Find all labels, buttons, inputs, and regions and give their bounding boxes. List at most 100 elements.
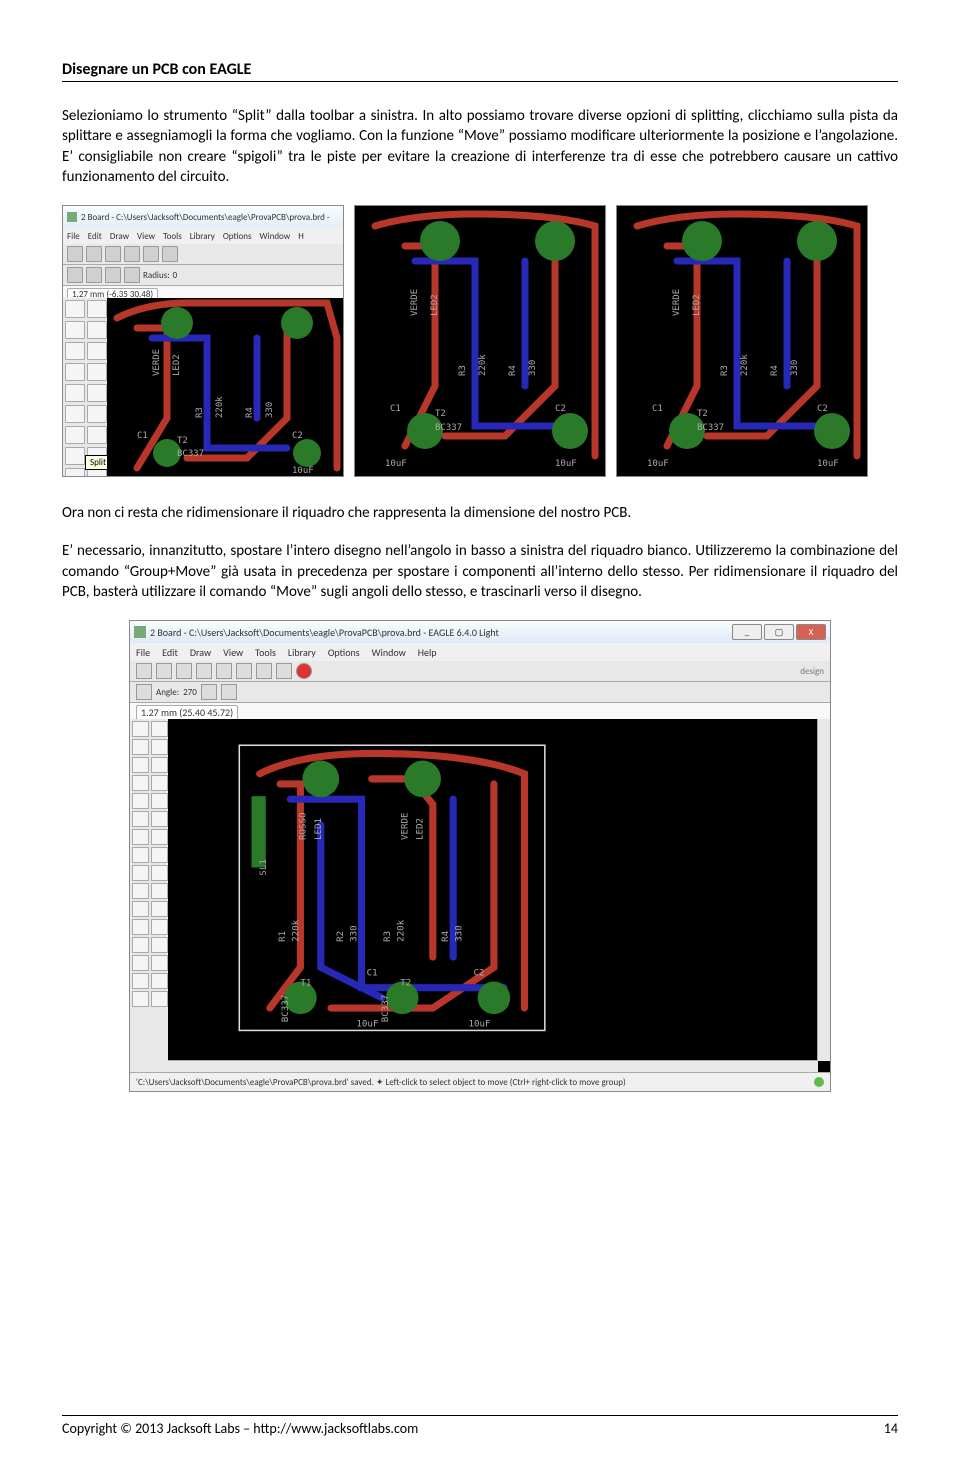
tool[interactable] bbox=[151, 739, 168, 755]
menu-file[interactable]: File bbox=[67, 231, 80, 242]
tool[interactable] bbox=[65, 300, 85, 318]
tool-icon[interactable] bbox=[276, 663, 292, 679]
menubar[interactable]: File Edit Draw View Tools Library Option… bbox=[130, 643, 830, 661]
menu-tools[interactable]: Tools bbox=[163, 231, 182, 242]
angle-value[interactable]: 270 bbox=[183, 687, 197, 698]
tool-icon[interactable] bbox=[124, 246, 140, 262]
tool-icon[interactable] bbox=[176, 663, 192, 679]
tool-icon[interactable] bbox=[236, 663, 252, 679]
option-icon[interactable] bbox=[221, 684, 237, 700]
tool[interactable] bbox=[132, 721, 149, 737]
tool[interactable] bbox=[132, 775, 149, 791]
tool[interactable] bbox=[87, 426, 107, 444]
tool[interactable] bbox=[87, 300, 107, 318]
tool[interactable] bbox=[132, 757, 149, 773]
tool-icon[interactable] bbox=[216, 663, 232, 679]
menu-draw[interactable]: Draw bbox=[190, 646, 211, 659]
option-icon[interactable] bbox=[105, 267, 121, 283]
left-toolbar[interactable] bbox=[130, 719, 173, 1073]
menu-library[interactable]: Library bbox=[288, 646, 316, 659]
pcb-workarea[interactable]: SL1 ROSSO LED1 VERDE LED2 R1 220k R2 330… bbox=[168, 719, 830, 1073]
tool[interactable] bbox=[132, 919, 149, 935]
tool[interactable] bbox=[87, 363, 107, 381]
tool[interactable] bbox=[151, 721, 168, 737]
tool[interactable] bbox=[151, 757, 168, 773]
tool[interactable] bbox=[132, 991, 149, 1007]
option-icon[interactable] bbox=[124, 267, 140, 283]
maximize-button[interactable]: ▢ bbox=[764, 624, 794, 640]
tool[interactable] bbox=[151, 865, 168, 881]
menu-help[interactable]: H bbox=[298, 231, 304, 242]
menu-draw[interactable]: Draw bbox=[110, 231, 129, 242]
tool[interactable] bbox=[151, 883, 168, 899]
tool-icon[interactable] bbox=[196, 663, 212, 679]
tool[interactable] bbox=[132, 955, 149, 971]
menu-view[interactable]: View bbox=[223, 646, 243, 659]
options-toolbar[interactable]: Angle: 270 bbox=[130, 682, 830, 703]
tool[interactable] bbox=[151, 829, 168, 845]
tool[interactable] bbox=[151, 973, 168, 989]
option-icon[interactable] bbox=[201, 684, 217, 700]
tool[interactable] bbox=[151, 811, 168, 827]
tool[interactable] bbox=[132, 973, 149, 989]
tool[interactable] bbox=[65, 447, 85, 465]
tool-icon[interactable] bbox=[256, 663, 272, 679]
tool[interactable] bbox=[151, 955, 168, 971]
tool[interactable] bbox=[132, 865, 149, 881]
menu-help[interactable]: Help bbox=[418, 646, 437, 659]
tool[interactable] bbox=[151, 901, 168, 917]
option-icon[interactable] bbox=[86, 267, 102, 283]
pcb-workarea[interactable]: VERDE LED2 R3 220k R4 330 C1 T2 BC337 C2… bbox=[107, 298, 343, 476]
option-icon[interactable] bbox=[67, 267, 83, 283]
stop-icon[interactable] bbox=[296, 663, 312, 679]
tool-icon[interactable] bbox=[162, 246, 178, 262]
tool[interactable] bbox=[65, 321, 85, 339]
radius-value[interactable]: 0 bbox=[173, 270, 178, 281]
main-toolbar[interactable] bbox=[63, 244, 343, 265]
tool[interactable] bbox=[87, 342, 107, 360]
tool-icon[interactable] bbox=[156, 663, 172, 679]
tool[interactable] bbox=[151, 919, 168, 935]
tool[interactable] bbox=[65, 384, 85, 402]
menu-library[interactable]: Library bbox=[190, 231, 215, 242]
menu-options[interactable]: Options bbox=[328, 646, 360, 659]
main-toolbar[interactable]: design bbox=[130, 661, 830, 682]
menu-edit[interactable]: Edit bbox=[88, 231, 102, 242]
tool[interactable] bbox=[65, 363, 85, 381]
close-button[interactable]: X bbox=[796, 624, 826, 640]
option-icon[interactable] bbox=[136, 684, 152, 700]
left-toolbar[interactable] bbox=[63, 298, 112, 476]
split-tool[interactable] bbox=[65, 468, 85, 477]
tool[interactable] bbox=[65, 426, 85, 444]
tool[interactable] bbox=[151, 991, 168, 1007]
tool-icon[interactable] bbox=[136, 663, 152, 679]
menu-window[interactable]: Window bbox=[372, 646, 406, 659]
options-toolbar[interactable]: Radius: 0 bbox=[63, 265, 343, 286]
menu-edit[interactable]: Edit bbox=[162, 646, 178, 659]
menu-window[interactable]: Window bbox=[260, 231, 291, 242]
tool[interactable] bbox=[151, 793, 168, 809]
tool[interactable] bbox=[132, 829, 149, 845]
vertical-scrollbar[interactable] bbox=[817, 719, 830, 1061]
tool[interactable] bbox=[151, 775, 168, 791]
tool[interactable] bbox=[132, 793, 149, 809]
tool-icon[interactable] bbox=[86, 246, 102, 262]
tool[interactable] bbox=[65, 405, 85, 423]
minimize-button[interactable]: _ bbox=[732, 624, 762, 640]
tool[interactable] bbox=[151, 847, 168, 863]
menu-tools[interactable]: Tools bbox=[255, 646, 276, 659]
tool[interactable] bbox=[132, 739, 149, 755]
tool[interactable] bbox=[132, 847, 149, 863]
menu-options[interactable]: Options bbox=[223, 231, 252, 242]
tool[interactable] bbox=[132, 901, 149, 917]
tool[interactable] bbox=[87, 384, 107, 402]
tool-icon[interactable] bbox=[143, 246, 159, 262]
tool-icon[interactable] bbox=[67, 246, 83, 262]
menu-view[interactable]: View bbox=[137, 231, 155, 242]
tool[interactable] bbox=[132, 811, 149, 827]
tool[interactable] bbox=[132, 883, 149, 899]
tool[interactable] bbox=[132, 937, 149, 953]
tool[interactable] bbox=[65, 342, 85, 360]
tool[interactable] bbox=[87, 405, 107, 423]
tool[interactable] bbox=[151, 937, 168, 953]
